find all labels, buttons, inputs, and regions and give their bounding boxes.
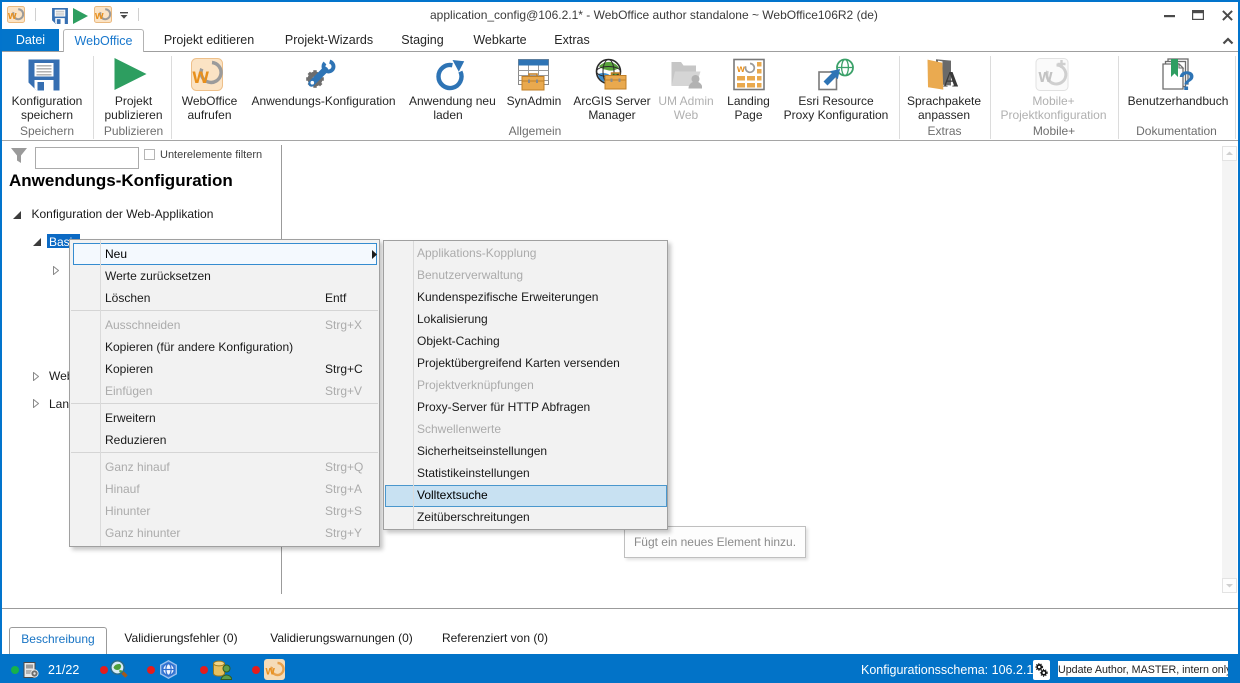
svg-text:w: w [191,65,209,88]
svg-text:w: w [736,64,745,75]
svg-text:w: w [7,10,17,22]
svg-text:?: ? [1179,66,1196,92]
svg-text:w: w [94,10,104,22]
svg-text:w: w [265,664,276,678]
svg-text:A: A [943,67,958,92]
svg-text:w: w [1037,66,1053,86]
